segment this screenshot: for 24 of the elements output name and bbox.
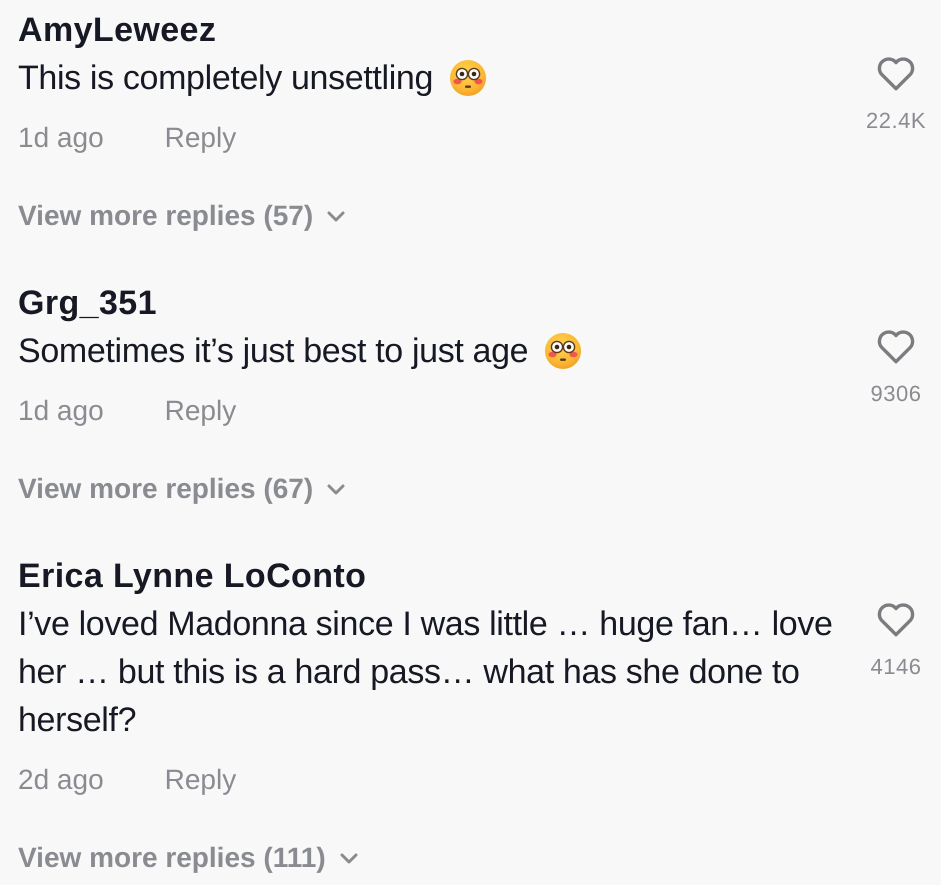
chevron-down-icon: [327, 484, 346, 494]
view-more-replies-button[interactable]: View more replies (57): [18, 198, 346, 234]
like-count: 9306: [870, 381, 922, 407]
view-more-replies-button[interactable]: View more replies (67): [18, 471, 346, 507]
comment-timestamp: 1d ago: [18, 121, 104, 155]
comment-timestamp: 2d ago: [18, 763, 104, 797]
view-more-replies-button[interactable]: View more replies (111): [18, 840, 358, 876]
reply-button[interactable]: Reply: [164, 393, 236, 429]
heart-icon[interactable]: [877, 57, 915, 91]
reply-button[interactable]: Reply: [164, 120, 236, 156]
comment-text: This is completely unsettling: [18, 58, 434, 99]
comment-text: I’ve loved Madonna since I was little … huge fan… love her … but this is a hard pass… what has she done to herself?: [18, 604, 834, 741]
heart-icon[interactable]: [877, 603, 915, 637]
comment-username[interactable]: Erica Lynne LoConto: [18, 554, 366, 598]
reply-button[interactable]: Reply: [164, 762, 236, 798]
comment-timestamp: 1d ago: [18, 394, 104, 428]
comment-username[interactable]: Grg_351: [18, 281, 157, 325]
chevron-down-icon: [340, 852, 358, 864]
comment-username[interactable]: AmyLeweez: [18, 8, 216, 52]
heart-icon[interactable]: [877, 330, 915, 364]
like-count: 22.4K: [866, 108, 926, 134]
like-count: 4146: [870, 654, 922, 680]
comment-text: Sometimes it’s just best to just age: [18, 331, 528, 372]
chevron-down-icon: [327, 210, 346, 222]
